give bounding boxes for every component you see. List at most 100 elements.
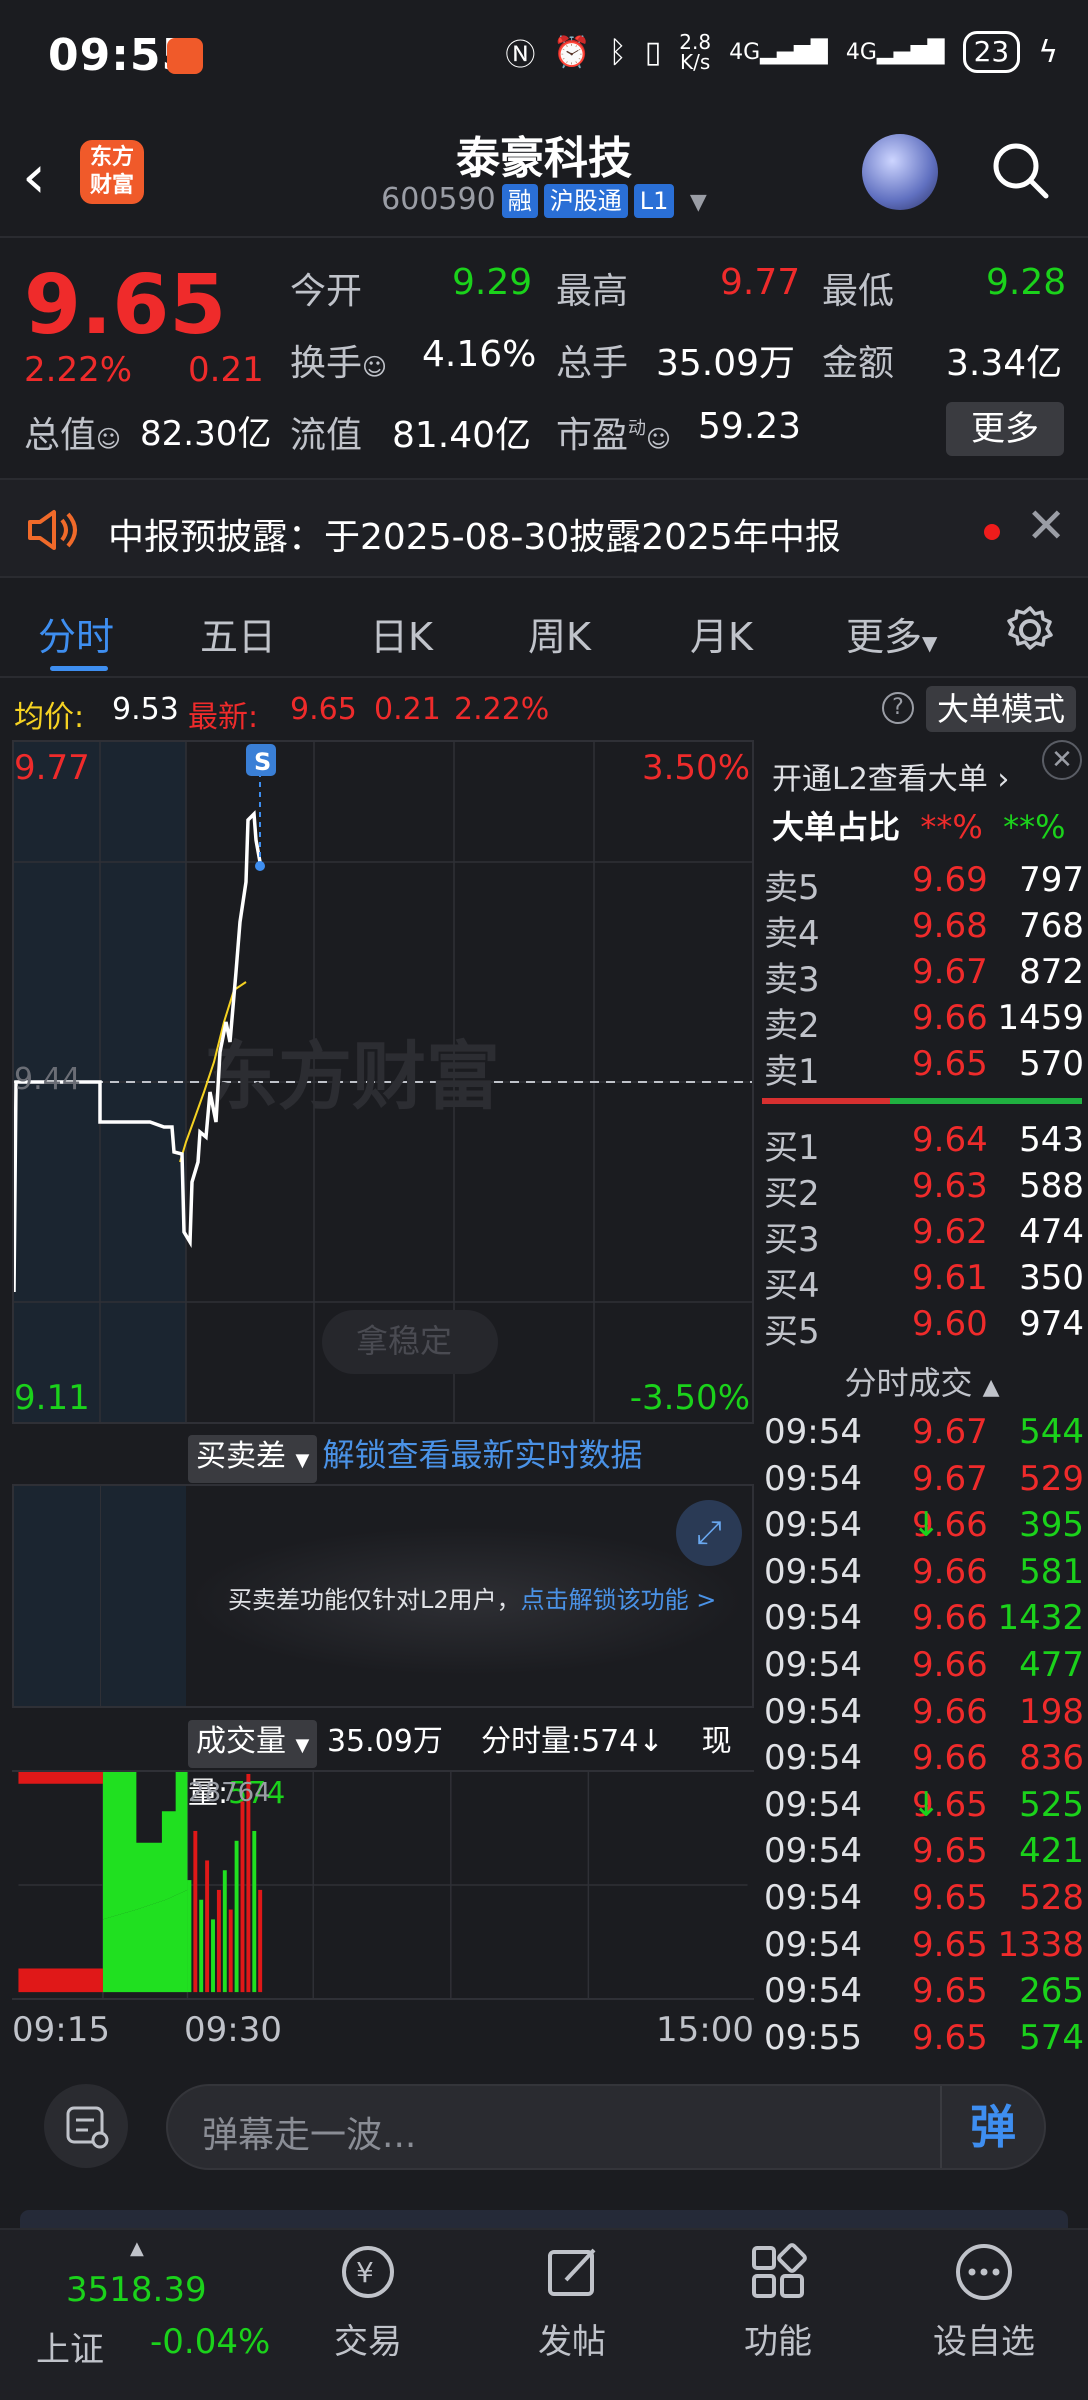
trade-row: 09:54 9.66 581 bbox=[764, 1551, 1084, 1592]
stock-header: ‹ 东方 财富 泰豪科技 600590 融沪股通 L1 ▼ bbox=[0, 110, 1088, 238]
trade-qty: 574 bbox=[1019, 2017, 1084, 2058]
info-icon: ☺ bbox=[96, 425, 122, 453]
bid-row[interactable]: 买1 9.64 543 bbox=[756, 1120, 1088, 1168]
bid-row[interactable]: 买4 9.61 350 bbox=[756, 1258, 1088, 1306]
assistant-robot-icon[interactable] bbox=[862, 134, 938, 210]
nav-add-watchlist[interactable]: 设自选 bbox=[914, 2240, 1054, 2363]
price-info-bar: 均价: 9.53 最新: 9.65 0.21 2.22% ? 大单模式 bbox=[0, 682, 1088, 738]
tab-weekly-k[interactable]: 周K bbox=[528, 606, 591, 661]
tab-five-day[interactable]: 五日 bbox=[200, 606, 276, 661]
axis-bottom-pct: -3.50% bbox=[629, 1378, 750, 1418]
network-speed: 2.8 K/s bbox=[679, 30, 712, 74]
index-name: 上证 bbox=[36, 2330, 104, 2370]
intraday-chart[interactable]: 东方财富 S 拿稳定 9.77 3.50% 9.44 9.11 -3.50% bbox=[12, 740, 754, 1424]
notice-banner[interactable]: 中报预披露：于2025-08-30披露2025年中报 ✕ bbox=[0, 478, 1088, 578]
danmu-settings-icon[interactable] bbox=[44, 2084, 128, 2168]
svg-text:¥: ¥ bbox=[356, 2256, 374, 2289]
nav-post[interactable]: 发帖 bbox=[502, 2240, 642, 2363]
status-icons: Ⓝ ⏰ ᛒ ▯ 2.8 K/s 4G▂▄▆█ 4G▂▄▆█ 23 ϟ bbox=[505, 30, 1058, 74]
trade-time: 09:54 bbox=[764, 1924, 862, 1965]
trade-time: 09:55 bbox=[764, 2017, 862, 2058]
notice-text: 中报预披露：于2025-08-30披露2025年中报 bbox=[108, 517, 841, 558]
unlock-feature-link[interactable]: 点击解锁该功能 > bbox=[521, 1586, 717, 1614]
nav-trade[interactable]: ¥ 交易 bbox=[298, 2240, 438, 2363]
open-label: 今开 bbox=[290, 271, 363, 312]
big-order-mode-button[interactable]: 大单模式 bbox=[926, 686, 1076, 732]
danmu-placeholder: 弹幕走一波... bbox=[202, 2115, 417, 2156]
s-marker: S bbox=[254, 748, 271, 776]
trade-time: 09:54 bbox=[764, 1505, 862, 1546]
trade-qty: 1338 bbox=[997, 1924, 1084, 1965]
chart-watermark: 东方财富 bbox=[204, 1034, 500, 1120]
trade-qty: 265 bbox=[1019, 1971, 1084, 2012]
nav-function[interactable]: 功能 bbox=[708, 2240, 848, 2363]
help-icon[interactable]: ? bbox=[882, 692, 914, 724]
turnover-label[interactable]: 换手☺ bbox=[290, 334, 387, 386]
alarm-icon: ⏰ bbox=[553, 34, 591, 70]
danmu-input[interactable]: 弹幕走一波... 弹 bbox=[166, 2084, 1046, 2170]
trade-time: 09:54 bbox=[764, 1831, 862, 1872]
ask-row[interactable]: 卖5 9.69 797 bbox=[756, 860, 1088, 908]
chevron-right-icon: › bbox=[997, 762, 1010, 797]
last-label: 最新: bbox=[188, 700, 259, 735]
last-pct: 2.22% bbox=[454, 692, 550, 727]
tab-intraday[interactable]: 分时 bbox=[38, 606, 114, 661]
trade-row: 09:54 9.66 836 bbox=[764, 1738, 1084, 1779]
chevron-down-icon: ▼ bbox=[689, 190, 707, 215]
open-l2-link[interactable]: 开通L2查看大单 › bbox=[772, 754, 1009, 798]
more-quote-button[interactable]: 更多 bbox=[946, 402, 1064, 456]
expand-icon[interactable]: ⤢ bbox=[676, 1500, 742, 1566]
close-icon[interactable]: ✕ bbox=[1026, 498, 1066, 554]
danmu-toggle-button[interactable]: 弹 bbox=[940, 2086, 1044, 2168]
trades-title[interactable]: 分时成交 ▲ bbox=[756, 1358, 1088, 1404]
bluetooth-icon: ᛒ bbox=[608, 34, 627, 70]
ask-row[interactable]: 卖1 9.65 570 bbox=[756, 1044, 1088, 1092]
info-icon: ☺ bbox=[646, 425, 672, 453]
mmd-header: 买卖差 ▼ 解锁查看最新实时数据 bbox=[188, 1430, 643, 1483]
volume-dropdown[interactable]: 成交量 ▼ bbox=[188, 1720, 318, 1768]
tab-monthly-k[interactable]: 月K bbox=[690, 606, 753, 661]
stock-code: 600590 bbox=[381, 182, 496, 217]
status-bar: 09:55 Ⓝ ⏰ ᛒ ▯ 2.8 K/s 4G▂▄▆█ 4G▂▄▆█ 23 ϟ bbox=[0, 0, 1088, 110]
index-value: 3518.39 bbox=[66, 2270, 207, 2310]
pe-value: 59.23 bbox=[698, 406, 802, 447]
trade-time: 09:54 bbox=[764, 1971, 862, 2012]
time-axis-start: 09:15 bbox=[12, 2010, 110, 2050]
ask-row[interactable]: 卖3 9.67 872 bbox=[756, 952, 1088, 1000]
search-icon[interactable] bbox=[990, 140, 1050, 200]
close-icon[interactable]: ✕ bbox=[1042, 740, 1082, 780]
bid-row[interactable]: 买2 9.63 588 bbox=[756, 1166, 1088, 1214]
tab-more[interactable]: 更多▼ bbox=[846, 606, 937, 661]
stabilize-watermark: 拿稳定 bbox=[356, 1322, 452, 1360]
trade-qty: 395 bbox=[1019, 1505, 1084, 1546]
trade-time: 09:54 bbox=[764, 1691, 862, 1732]
pe-label[interactable]: 市盈动☺ bbox=[556, 406, 671, 458]
unread-dot bbox=[984, 524, 1000, 540]
l2-only-message: 买卖差功能仅针对L2用户，点击解锁该功能 > bbox=[228, 1586, 717, 1614]
high-value: 9.77 bbox=[720, 262, 801, 303]
low-label: 最低 bbox=[822, 271, 895, 312]
trade-time: 09:54 bbox=[764, 1598, 862, 1639]
mmd-dropdown[interactable]: 买卖差 ▼ bbox=[188, 1435, 318, 1483]
volume-chart-svg bbox=[12, 1770, 754, 2000]
mktcap-label[interactable]: 总值☺ bbox=[24, 406, 121, 458]
tab-daily-k[interactable]: 日K bbox=[370, 606, 433, 661]
ask-row[interactable]: 卖2 9.66 1459 bbox=[756, 998, 1088, 1046]
open-value: 9.29 bbox=[452, 262, 533, 303]
grid-icon bbox=[752, 2243, 807, 2298]
sell-ratio-bar bbox=[762, 1098, 890, 1104]
axis-bottom-price: 9.11 bbox=[14, 1378, 90, 1418]
trade-icon: ¥ bbox=[342, 2246, 394, 2298]
trade-qty: 581 bbox=[1019, 1551, 1084, 1592]
bid-row[interactable]: 买3 9.62 474 bbox=[756, 1212, 1088, 1260]
danmu-bar: 弹幕走一波... 弹 bbox=[0, 2060, 1088, 2190]
gear-icon[interactable] bbox=[1004, 604, 1056, 656]
unlock-link[interactable]: 解锁查看最新实时数据 bbox=[322, 1436, 642, 1474]
bid-row[interactable]: 买5 9.60 974 bbox=[756, 1304, 1088, 1352]
float-value: 81.40亿 bbox=[392, 415, 532, 456]
trade-qty: 198 bbox=[1019, 1691, 1084, 1732]
mktcap-value: 82.30亿 bbox=[140, 414, 272, 454]
ask-row[interactable]: 卖4 9.68 768 bbox=[756, 906, 1088, 954]
signal-1: 4G▂▄▆█ bbox=[729, 39, 828, 65]
trade-qty: 529 bbox=[1019, 1458, 1084, 1499]
